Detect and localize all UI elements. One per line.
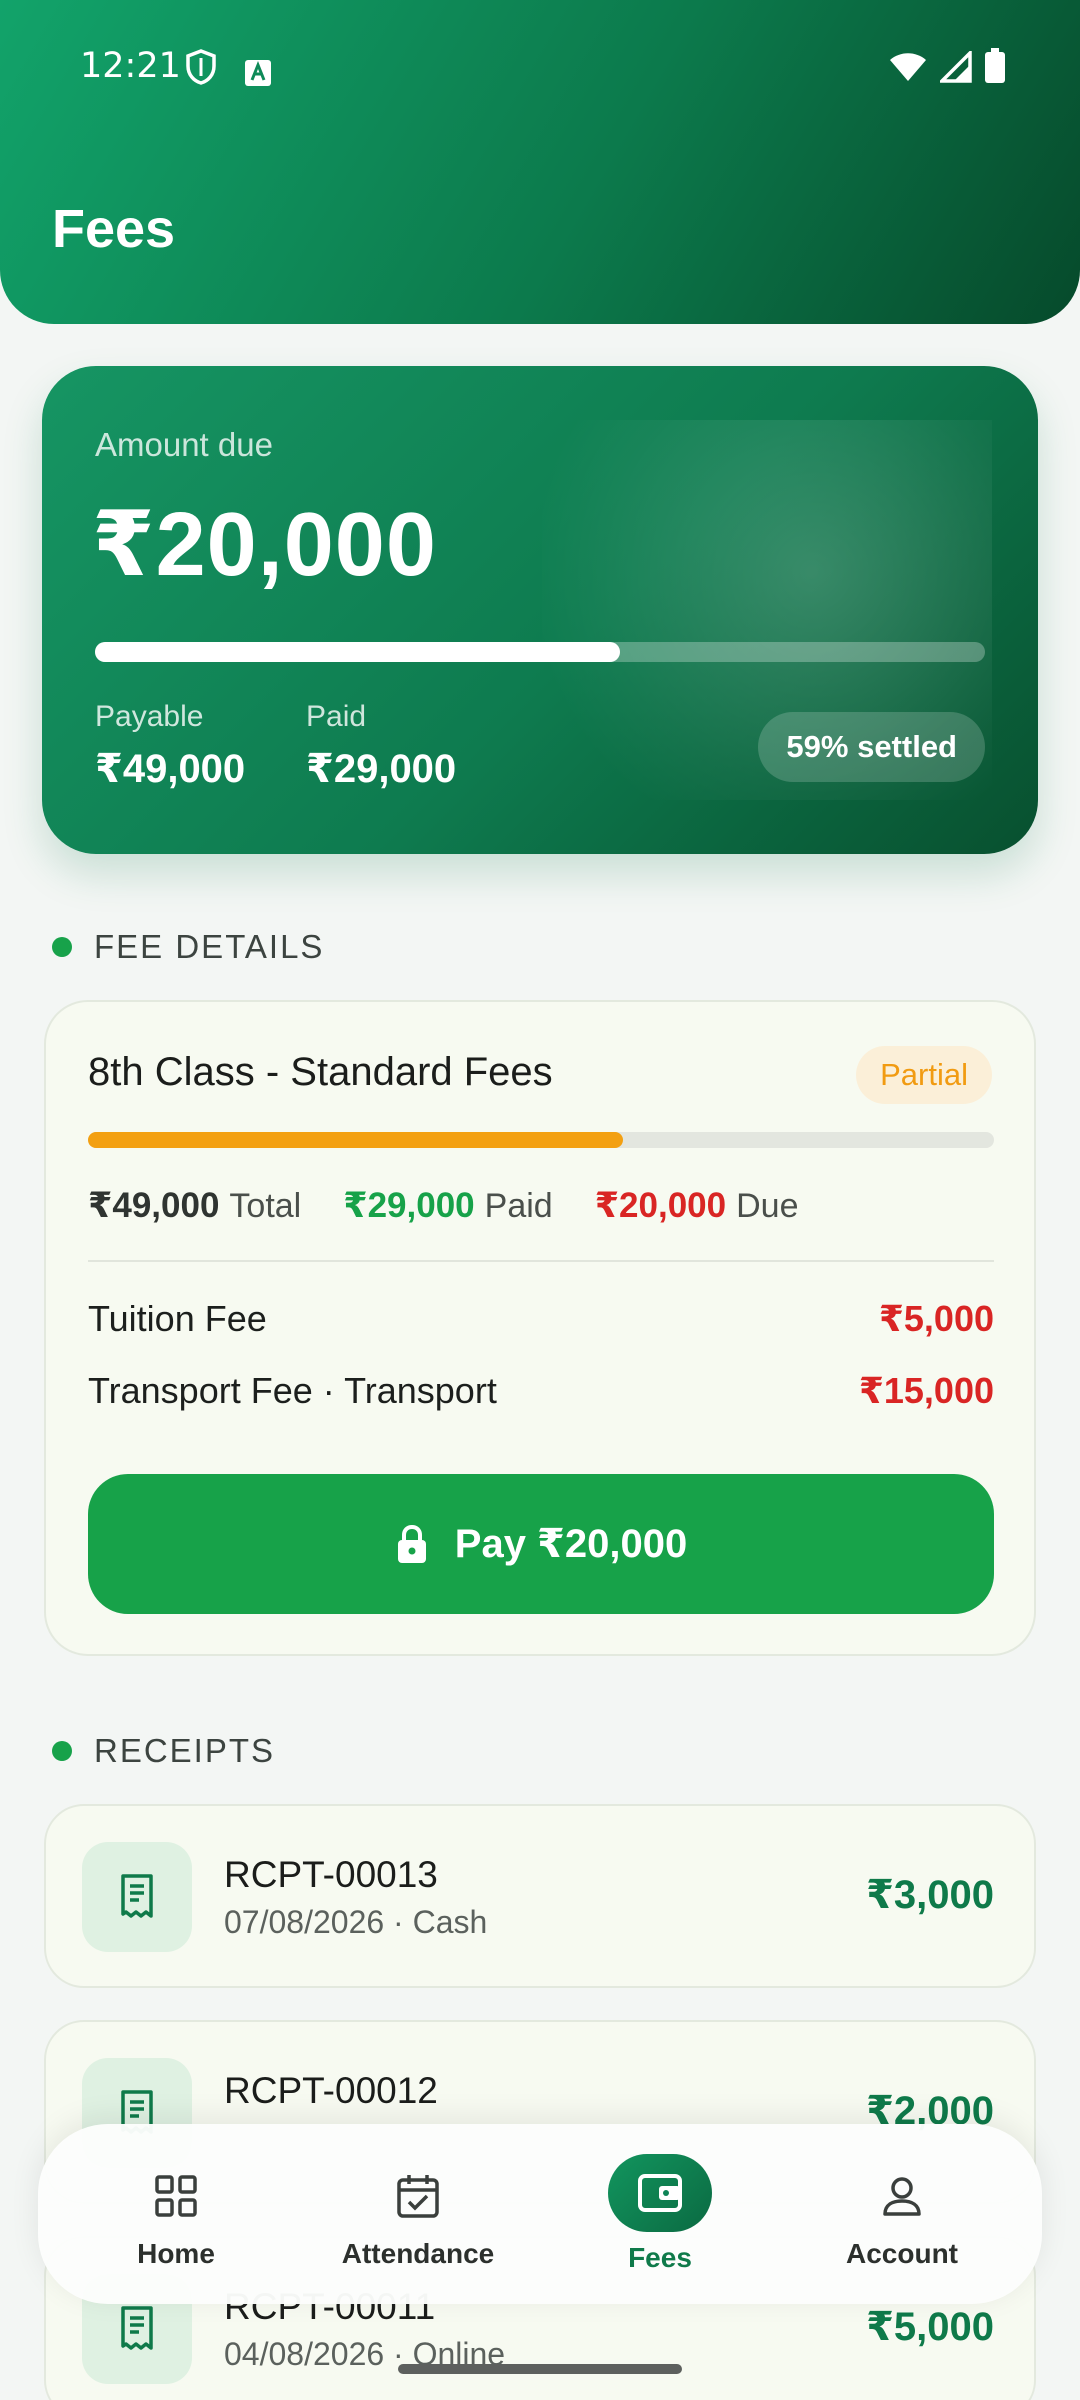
- payable-value: ₹49,000: [95, 747, 246, 791]
- nav-home[interactable]: Home: [66, 2124, 286, 2304]
- nav-fees[interactable]: Fees: [550, 2124, 770, 2304]
- signal-icon: [937, 48, 972, 92]
- fee-details-title: FEE DETAILS: [94, 928, 325, 965]
- receipt-number: RCPT-00012: [224, 2070, 438, 2111]
- settled-progress-fill: [95, 642, 621, 662]
- nav-attendance[interactable]: Attendance: [308, 2124, 528, 2304]
- section-dot-icon: [52, 937, 72, 957]
- fee-paid-label: Paid: [484, 1187, 553, 1225]
- receipt-icon: [82, 1842, 192, 1952]
- fee-paid: ₹29,000 Paid: [343, 1186, 552, 1226]
- fee-status-badge: Partial: [856, 1046, 992, 1104]
- wallet-icon: [608, 2154, 712, 2232]
- fee-due-value: ₹20,000: [594, 1186, 727, 1225]
- receipt-amount: ₹5,000: [866, 2305, 994, 2349]
- fee-paid-value: ₹29,000: [343, 1186, 475, 1225]
- fee-progress-fill: [88, 1132, 623, 1148]
- fee-divider: [88, 1260, 994, 1262]
- battery-icon: [984, 48, 1006, 93]
- status-time: 12:21: [80, 46, 181, 86]
- grid-icon: [154, 2168, 198, 2224]
- fee-progress-bar: [88, 1132, 994, 1148]
- pay-button[interactable]: Pay ₹20,000: [88, 1474, 994, 1614]
- receipts-title: RECEIPTS: [94, 1732, 276, 1769]
- receipt-amount: ₹3,000: [866, 1873, 994, 1917]
- fee-item-amount: ₹5,000: [878, 1298, 994, 1339]
- fee-total-label: Total: [229, 1187, 302, 1225]
- paid-value: ₹29,000: [306, 747, 457, 791]
- page-title: Fees: [52, 199, 176, 259]
- nav-home-label: Home: [137, 2238, 215, 2269]
- bottom-navigation: Home Attendance Fees Account: [38, 2124, 1042, 2304]
- fee-item-amount: ₹15,000: [858, 1370, 994, 1411]
- receipt-meta: 07/08/2026 · Cash: [224, 1904, 488, 1940]
- app-header: 12:21 Fees: [0, 0, 1080, 324]
- fee-item-name: Tuition Fee: [88, 1298, 267, 1339]
- receipts-header: RECEIPTS: [52, 1732, 275, 1770]
- amount-due-card: Amount due ₹20,000 Payable ₹49,000 Paid …: [42, 366, 1038, 854]
- wifi-icon: [888, 50, 928, 92]
- fee-totals: ₹49,000 Total ₹29,000 Paid ₹20,000 Due: [88, 1186, 840, 1226]
- calendar-check-icon: [396, 2168, 440, 2224]
- keyboard-a-icon: [244, 54, 272, 96]
- fee-due-label: Due: [736, 1187, 799, 1225]
- settled-progress-bar: [95, 642, 985, 662]
- nav-account[interactable]: Account: [792, 2124, 1012, 2304]
- fee-item-row: Tuition Fee ₹5,000: [88, 1298, 994, 1340]
- fee-item-row: Transport Fee · Transport ₹15,000: [88, 1370, 994, 1412]
- shield-icon: [184, 48, 218, 95]
- nav-fees-label: Fees: [628, 2242, 692, 2273]
- fee-total-value: ₹49,000: [88, 1186, 220, 1225]
- receipt-number: RCPT-00013: [224, 1854, 438, 1895]
- section-dot-icon: [52, 1741, 72, 1761]
- paid-label: Paid: [306, 700, 367, 733]
- receipt-item[interactable]: RCPT-00013 07/08/2026 · Cash ₹3,000: [44, 1804, 1036, 1988]
- nav-account-label: Account: [846, 2238, 958, 2269]
- fee-due: ₹20,000 Due: [595, 1186, 799, 1226]
- fee-details-card: 8th Class - Standard Fees Partial ₹49,00…: [44, 1000, 1036, 1656]
- status-bar: 12:21: [0, 40, 1080, 96]
- fee-item-name: Transport Fee · Transport: [88, 1370, 497, 1411]
- fee-details-header: FEE DETAILS: [52, 928, 324, 966]
- fee-class-title: 8th Class - Standard Fees: [88, 1050, 553, 1094]
- lock-icon: [395, 1524, 429, 1564]
- pay-button-label: Pay ₹20,000: [454, 1522, 688, 1566]
- payable-label: Payable: [95, 700, 204, 733]
- settled-badge: 59% settled: [758, 712, 985, 782]
- nav-attendance-label: Attendance: [341, 2238, 495, 2269]
- amount-due-value: ₹20,000: [92, 495, 437, 595]
- fee-total: ₹49,000 Total: [88, 1186, 301, 1226]
- amount-due-label: Amount due: [95, 426, 273, 463]
- status-icons: [888, 48, 1006, 93]
- person-icon: [881, 2168, 923, 2224]
- home-indicator[interactable]: [398, 2364, 682, 2374]
